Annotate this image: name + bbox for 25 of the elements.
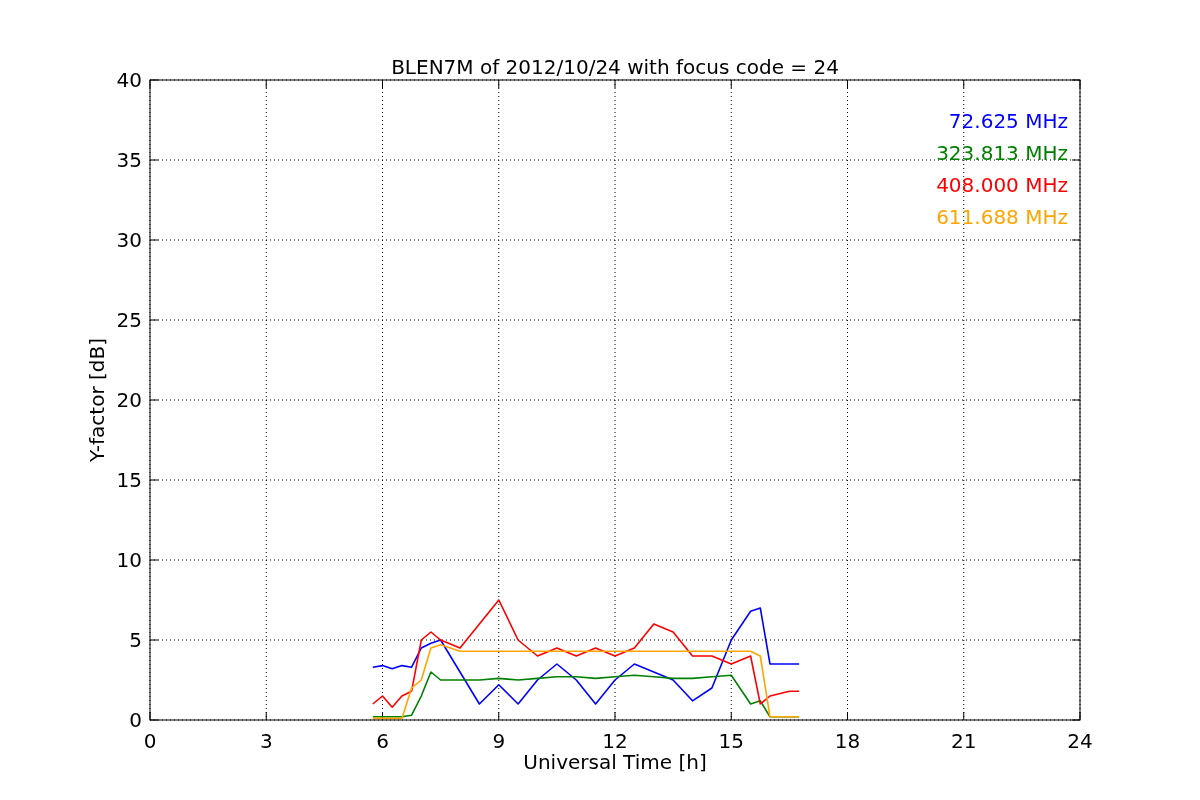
- x-tick-label: 6: [376, 729, 389, 753]
- y-tick-label: 25: [116, 308, 142, 332]
- y-tick-label: 40: [116, 68, 142, 92]
- y-tick-label: 15: [116, 468, 142, 492]
- x-tick-label: 12: [602, 729, 628, 753]
- legend-label: 72.625 MHz: [948, 109, 1068, 133]
- y-tick-label: 10: [116, 548, 142, 572]
- y-tick-label: 5: [129, 628, 142, 652]
- x-tick-label: 15: [718, 729, 744, 753]
- y-tick-label: 35: [116, 148, 142, 172]
- legend-label: 611.688 MHz: [936, 205, 1068, 229]
- x-tick-label: 9: [492, 729, 506, 753]
- x-tick-label: 21: [951, 729, 977, 753]
- x-tick-label: 24: [1067, 729, 1093, 753]
- x-tick-label: 18: [834, 729, 861, 753]
- x-tick-label: 0: [143, 729, 157, 753]
- x-axis-label: Universal Time [h]: [523, 750, 707, 774]
- chart-title: BLEN7M of 2012/10/24 with focus code = 24: [391, 55, 839, 79]
- y-tick-label: 0: [129, 708, 142, 732]
- y-tick-label: 30: [116, 228, 142, 252]
- y-axis-label: Y-factor [dB]: [85, 338, 109, 462]
- legend-label: 408.000 MHz: [936, 173, 1068, 197]
- x-tick-label: 3: [259, 729, 273, 753]
- legend-label: 323.813 MHz: [936, 141, 1068, 165]
- y-tick-label: 20: [116, 388, 142, 412]
